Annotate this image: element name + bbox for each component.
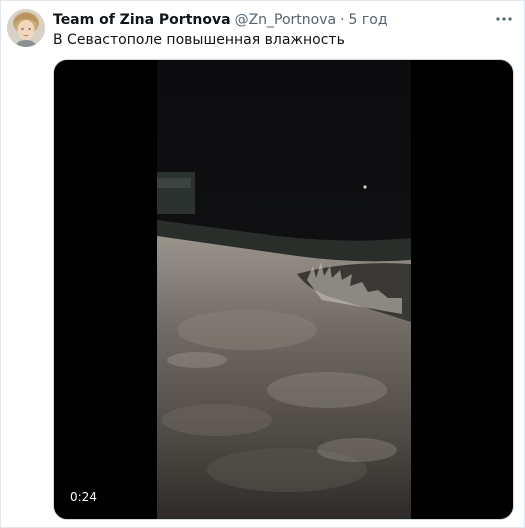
avatar-image [7,9,45,47]
separator-dot: · [340,12,345,28]
tweet-text: В Севастополе повышенная влажность [53,32,345,48]
avatar[interactable] [7,9,45,47]
video-player[interactable]: 0:24 [53,59,514,520]
author-handle[interactable]: @Zn_Portnova [235,12,337,28]
video-thumbnail [157,60,411,519]
tweet-header: Team of Zina Portnova @Zn_Portnova · 5 г… [53,10,388,30]
video-duration-badge: 0:24 [64,487,103,507]
tweet-timestamp[interactable]: 5 год [349,12,388,28]
more-options-icon[interactable] [494,11,514,27]
tweet-card[interactable]: Team of Zina Portnova @Zn_Portnova · 5 г… [0,0,525,528]
author-display-name[interactable]: Team of Zina Portnova [53,12,231,28]
